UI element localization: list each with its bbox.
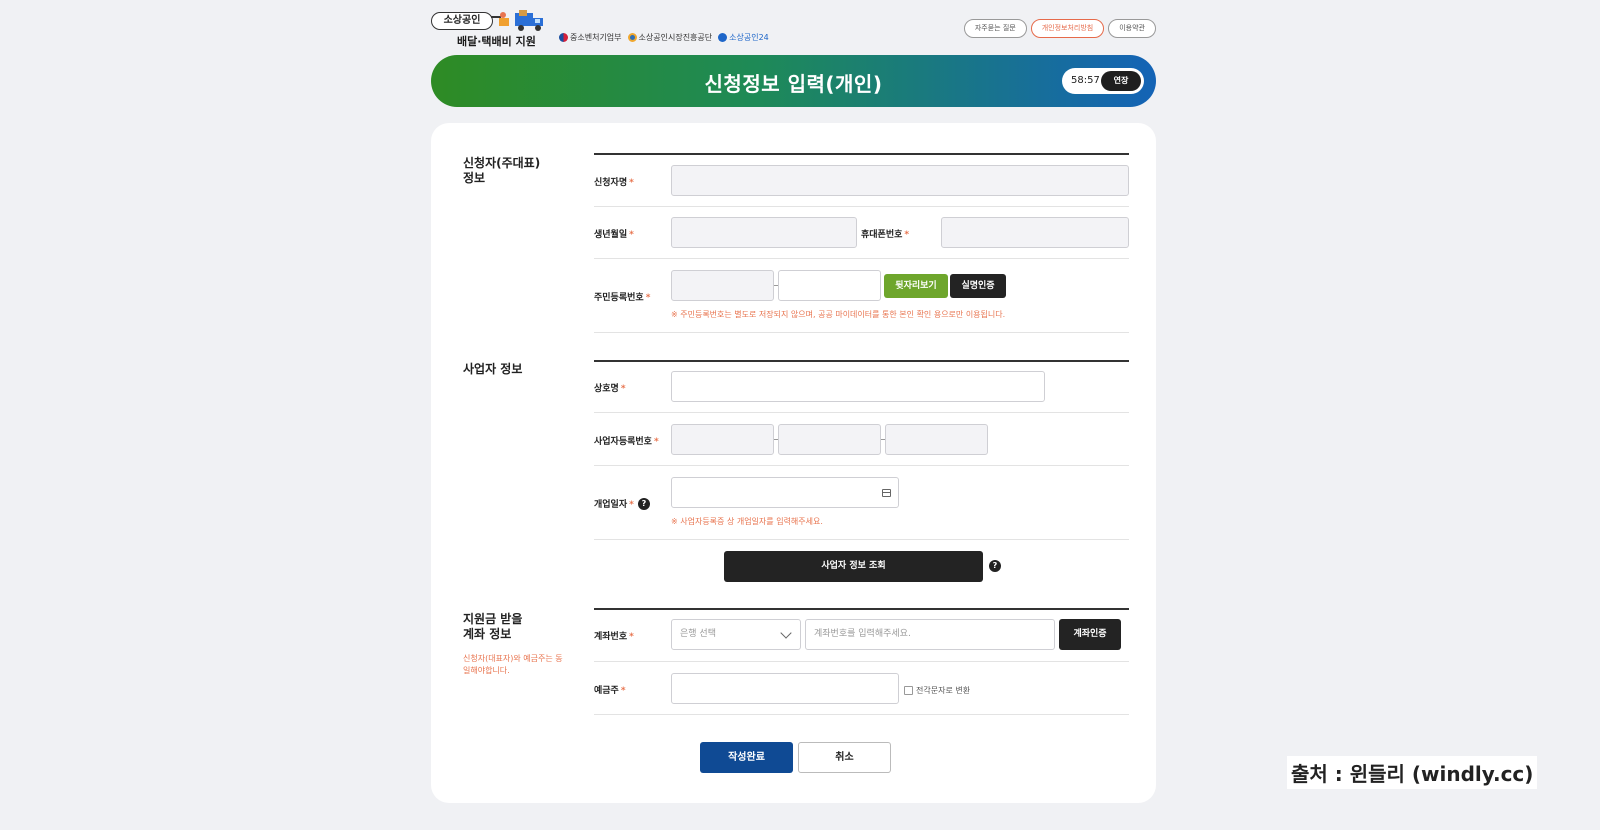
account-section-note: 신청자(대표자)와 예금주는 동일해야합니다. <box>463 654 563 675</box>
bank-select[interactable]: 은행 선택 <box>671 619 801 650</box>
top-header: 소상공인 배달·택배비 지원 중소벤처기업부 소상공인시장진흥공단 소상공인24… <box>431 10 1156 52</box>
rrn-view-button[interactable]: 뒷자리보기 <box>884 274 948 298</box>
section-rule <box>594 608 1129 610</box>
section-rule <box>594 153 1129 155</box>
page-title: 신청정보 입력(개인) <box>704 72 883 96</box>
open-date-label: 개업일자 * <box>594 500 634 510</box>
business-reg-no-label: 사업자등록번호 * <box>594 437 659 447</box>
birth-date-input[interactable] <box>671 217 857 248</box>
business-reg-no-part3[interactable] <box>885 424 988 455</box>
org-sbiz24: 소상공인24 <box>718 32 769 43</box>
applicant-name-label: 신청자명 * <box>594 178 634 188</box>
chevron-down-icon <box>780 627 792 639</box>
rrn-hint: ※ 주민등록번호는 별도로 저장되지 않으며, 공공 마이데이터를 통한 본인 … <box>671 310 1006 319</box>
top-links: 자주묻는 질문 개인정보처리방침 이용약관 <box>963 19 1156 38</box>
birth-date-label: 생년월일 * <box>594 230 634 240</box>
phone-label: 휴대폰번호 * <box>861 230 910 240</box>
org-semas: 소상공인시장진흥공단 <box>627 32 712 43</box>
business-reg-no-part1[interactable] <box>671 424 774 455</box>
account-number-input[interactable]: 계좌번호를 입력해주세요. <box>805 619 1055 650</box>
submit-button[interactable]: 작성완료 <box>700 742 793 773</box>
phone-input[interactable] <box>941 217 1129 248</box>
bank-select-value: 은행 선택 <box>680 629 716 639</box>
row-divider <box>594 661 1129 662</box>
mss-emblem-icon <box>559 33 568 42</box>
row-divider <box>594 465 1129 466</box>
service-logo[interactable]: 소상공인 배달·택배비 지원 <box>431 10 549 50</box>
row-divider <box>594 412 1129 413</box>
section-rule <box>594 360 1129 362</box>
account-holder-input[interactable] <box>671 673 899 704</box>
open-date-input[interactable] <box>671 477 899 508</box>
faq-link[interactable]: 자주묻는 질문 <box>963 19 1027 38</box>
sbiz24-emblem-icon <box>718 33 728 42</box>
timer-value: 58:57 <box>1071 75 1100 86</box>
row-divider <box>594 539 1129 540</box>
org-logos: 중소벤처기업부 소상공인시장진흥공단 소상공인24 <box>559 32 769 43</box>
business-lookup-help-icon[interactable]: ? <box>989 560 1001 572</box>
open-date-hint: ※ 사업자등록증 상 개업일자를 입력해주세요. <box>671 517 823 526</box>
fullwidth-convert-option[interactable]: 전각문자로 변환 <box>904 685 970 696</box>
business-section-title: 사업자 정보 <box>463 362 523 376</box>
org-mss: 중소벤처기업부 <box>559 32 622 43</box>
account-holder-label: 예금주 * <box>594 686 626 696</box>
cancel-button[interactable]: 취소 <box>798 742 891 773</box>
rrn-back-input[interactable] <box>778 270 881 301</box>
rrn-label: 주민등록번호 * <box>594 293 651 303</box>
privacy-policy-link[interactable]: 개인정보처리방침 <box>1030 19 1105 38</box>
open-date-help-icon[interactable]: ? <box>638 498 650 510</box>
row-divider <box>594 332 1129 333</box>
application-form: 신청자(주대표) 정보 신청자명 * 생년월일 * 휴대폰번호 * 주민등록번호 * 뒷… <box>431 123 1156 803</box>
extend-session-button[interactable]: 연장 <box>1101 71 1141 91</box>
account-section-title: 지원금 받을 계좌 정보 <box>463 612 523 641</box>
session-timer: 58:57 연장 <box>1062 68 1144 94</box>
fullwidth-convert-checkbox[interactable] <box>904 686 913 695</box>
terms-link[interactable]: 이용약관 <box>1108 19 1156 38</box>
account-verify-button[interactable]: 계좌인증 <box>1059 619 1121 650</box>
logo-pill: 소상공인 <box>431 12 493 30</box>
logo-title: 배달·택배비 지원 <box>457 35 536 48</box>
source-credit: 출처 : 윈들리 (windly.cc) <box>1287 756 1538 789</box>
rrn-front-input[interactable] <box>671 270 774 301</box>
business-lookup-button[interactable]: 사업자 정보 조회 <box>724 551 983 582</box>
row-divider <box>594 206 1129 207</box>
applicant-section-title: 신청자(주대표) 정보 <box>463 156 541 185</box>
semas-emblem-icon <box>627 33 637 42</box>
page-banner: 신청정보 입력(개인) 58:57 연장 <box>431 55 1156 107</box>
calendar-icon[interactable] <box>882 489 891 497</box>
row-divider <box>594 258 1129 259</box>
applicant-name-input[interactable] <box>671 165 1129 196</box>
trade-name-label: 상호명 * <box>594 384 626 394</box>
real-name-verify-button[interactable]: 실명인증 <box>950 274 1006 298</box>
delivery-truck-icon <box>499 10 543 31</box>
business-reg-no-part2[interactable] <box>778 424 881 455</box>
fullwidth-convert-label: 전각문자로 변환 <box>916 686 971 695</box>
trade-name-input[interactable] <box>671 371 1045 402</box>
row-divider <box>594 714 1129 715</box>
account-no-label: 계좌번호 * <box>594 632 634 642</box>
